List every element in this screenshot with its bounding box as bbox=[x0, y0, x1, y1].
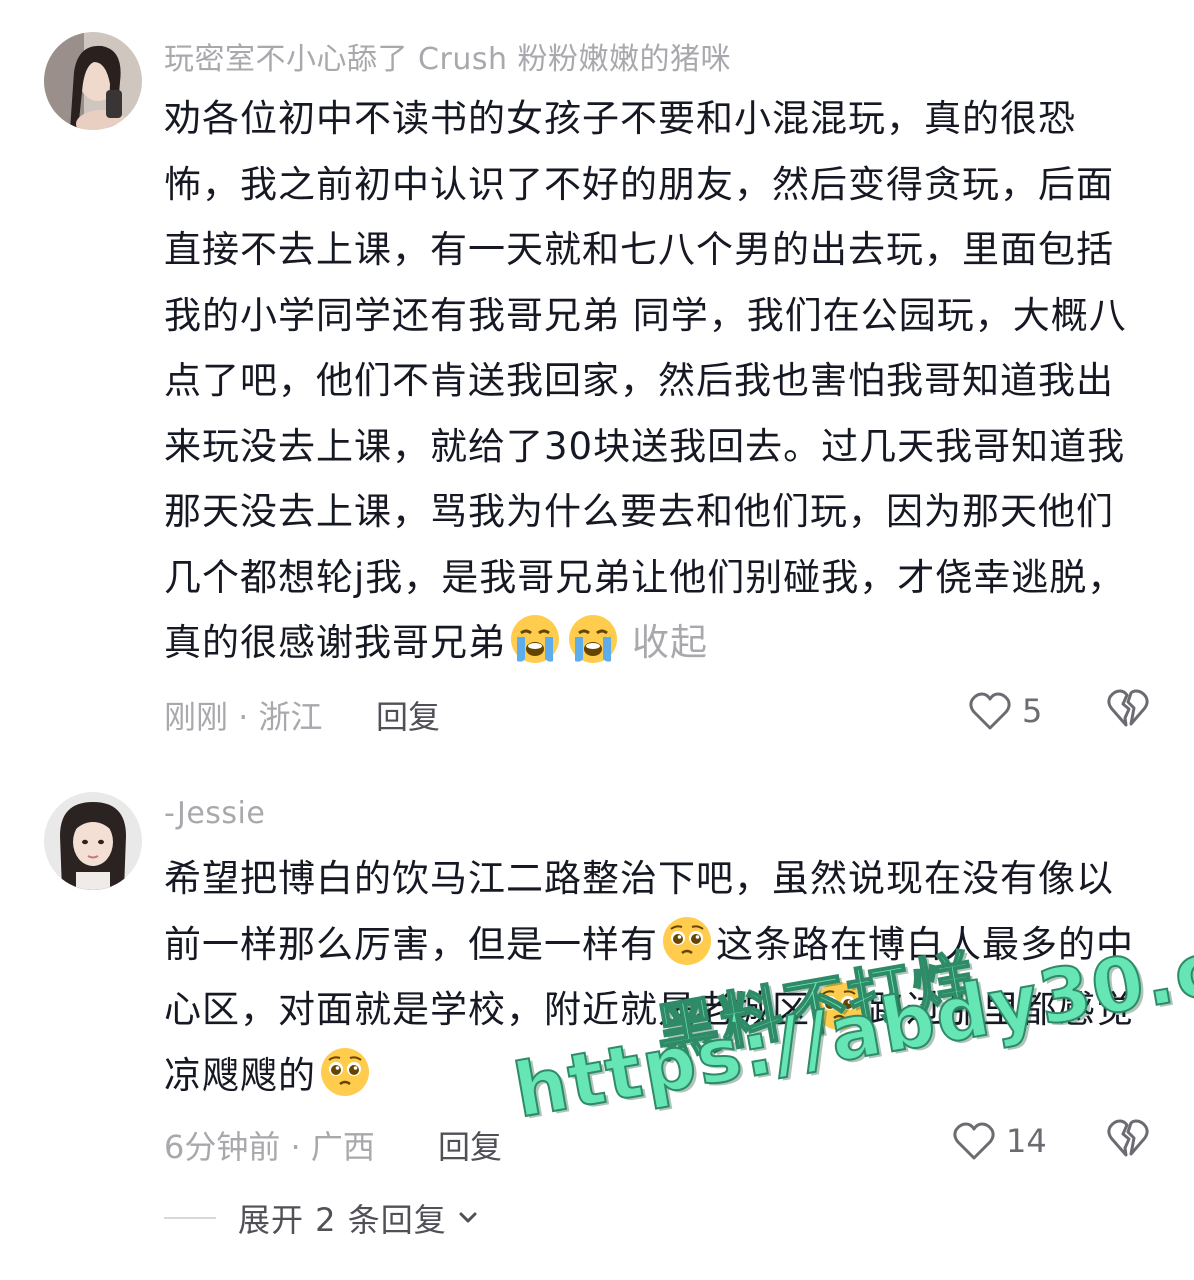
loudly-crying-face-icon bbox=[569, 615, 617, 663]
dislike-button[interactable] bbox=[1106, 1118, 1150, 1166]
loudly-crying-face-icon bbox=[511, 615, 559, 663]
like-button[interactable]: 14 bbox=[952, 1116, 1047, 1166]
comment-text: 希望把博白的饮马江二路整治下吧，虽然说现在没有像以前一样那么厉害，但是一样有 这条… bbox=[164, 846, 1144, 1108]
pleading-face-icon bbox=[663, 916, 711, 965]
avatar[interactable] bbox=[44, 32, 142, 130]
avatar[interactable] bbox=[44, 792, 142, 890]
expand-replies-button[interactable]: 展开 2 条回复 bbox=[238, 1195, 481, 1241]
comment-username[interactable]: -Jessie bbox=[164, 796, 265, 831]
comment-meta: 6分钟前 · 广西 回复 14 bbox=[164, 1116, 1150, 1166]
reply-button[interactable]: 回复 bbox=[438, 1122, 502, 1168]
broken-heart-icon bbox=[1107, 1119, 1149, 1157]
comment-item: 玩密室不小心舔了 Crush 粉粉嫩嫩的猪咪 劝各位初中不读书的女孩子不要和小混… bbox=[0, 0, 1194, 760]
comment-body: 劝各位初中不读书的女孩子不要和小混混玩，真的很恐怖，我之前初中认识了不好的朋友，… bbox=[164, 97, 1127, 664]
heart-outline-icon bbox=[953, 1122, 995, 1160]
broken-heart-icon bbox=[1107, 689, 1149, 727]
reply-button[interactable]: 回复 bbox=[376, 692, 440, 738]
like-count: 5 bbox=[1022, 692, 1043, 730]
comment-item: -Jessie 希望把博白的饮马江二路整治下吧，虽然说现在没有像以前一样那么厉害… bbox=[0, 760, 1194, 1180]
like-button[interactable]: 5 bbox=[968, 686, 1042, 736]
pleading-face-icon bbox=[815, 982, 863, 1030]
comment-username[interactable]: 玩密室不小心舔了 Crush 粉粉嫩嫩的猪咪 bbox=[164, 34, 731, 78]
like-count: 14 bbox=[1006, 1122, 1047, 1160]
heart-outline-icon bbox=[969, 692, 1011, 730]
comment-time-location: 刚刚 · 浙江 bbox=[164, 698, 323, 736]
collapse-text-link[interactable]: 收起 bbox=[632, 621, 708, 664]
dislike-button[interactable] bbox=[1106, 688, 1150, 736]
pleading-face-icon bbox=[321, 1047, 369, 1096]
comment-text: 劝各位初中不读书的女孩子不要和小混混玩，真的很恐怖，我之前初中认识了不好的朋友，… bbox=[164, 86, 1144, 676]
divider-line bbox=[164, 1217, 216, 1219]
comment-meta: 刚刚 · 浙江 回复 5 bbox=[164, 686, 1150, 736]
chevron-down-icon bbox=[459, 1212, 477, 1223]
expand-replies-label: 展开 2 条回复 bbox=[238, 1201, 447, 1239]
expand-replies-row: 展开 2 条回复 bbox=[164, 1196, 481, 1240]
comment-time-location: 6分钟前 · 广西 bbox=[164, 1128, 375, 1166]
